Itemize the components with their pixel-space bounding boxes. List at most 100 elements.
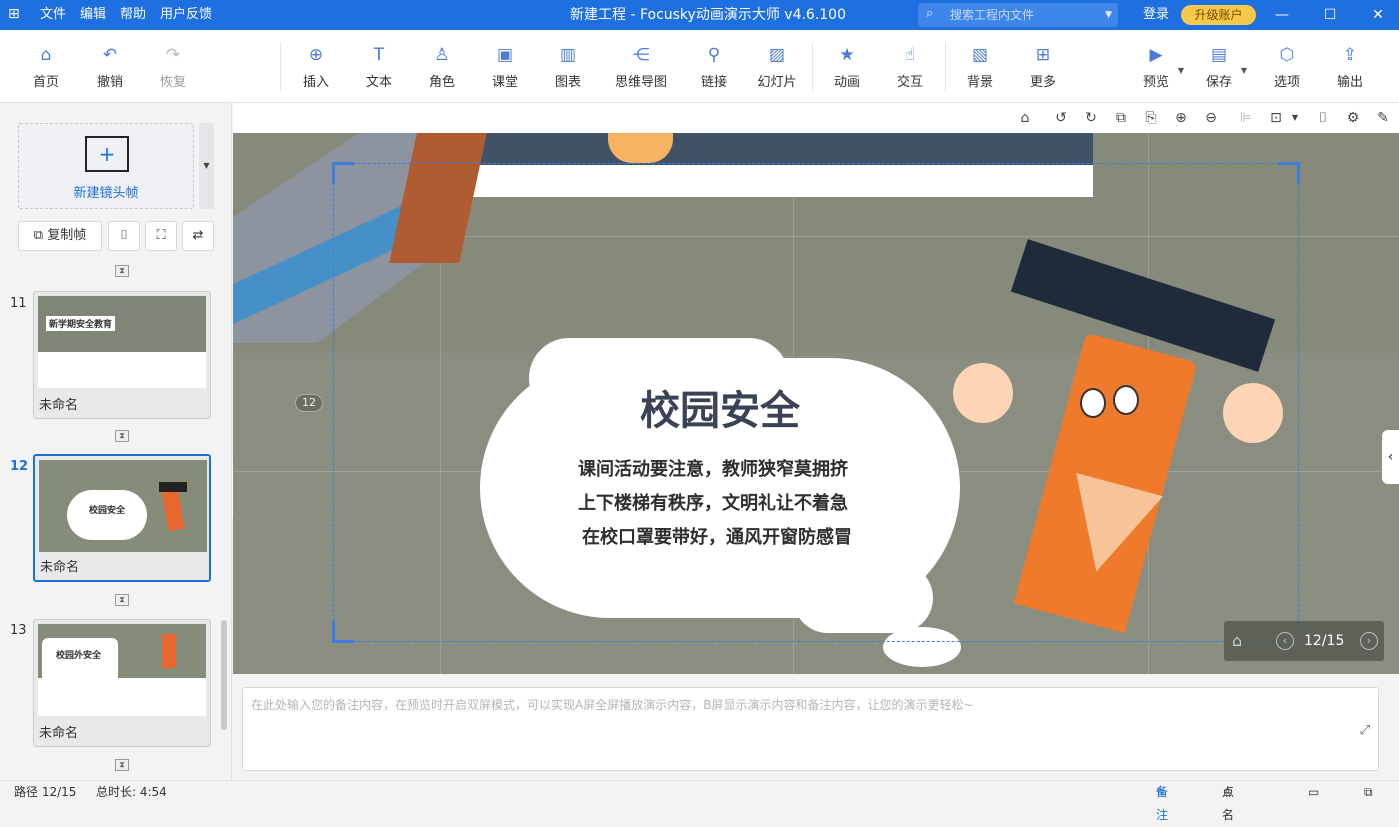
export-button[interactable]: ⇪ 输出	[1320, 44, 1380, 90]
camera-icon[interactable]: ⌷	[1313, 108, 1333, 128]
menu-feedback[interactable]: 用户反馈	[160, 0, 212, 30]
window-icon[interactable]: ⧉	[1364, 781, 1373, 804]
save-button[interactable]: ▤ 保存 ▼	[1189, 44, 1249, 90]
insert-button[interactable]: ⊕ 插入	[286, 44, 346, 90]
starburst-shape	[42, 638, 118, 684]
text-label: 文本	[365, 75, 392, 90]
align-icon[interactable]: ⊫	[1236, 108, 1256, 128]
frame-selection[interactable]	[333, 163, 1299, 642]
frame-corner-handle[interactable]	[332, 621, 354, 643]
hand-icon: ☝	[904, 45, 916, 65]
fit-frame-button[interactable]: ⛶	[145, 221, 177, 251]
slide-thumbnail-11[interactable]: 新学期安全教育 未命名	[33, 291, 211, 419]
redo-button[interactable]: ↷ 恢复	[143, 44, 203, 90]
transition-icon[interactable]: ⧗	[115, 759, 129, 771]
main-toolbar: ⌂ 首页 ↶ 撤销 ↷ 恢复 ⊕ 插入 T 文本 ♙ 角色 ▣ 课堂 ▥ 图表 ⋲ 思维导图 ⚲ 链…	[0, 30, 1399, 103]
redo-icon: ↷	[165, 45, 181, 65]
slide-thumbnail-13[interactable]: 校园外安全 未命名	[33, 619, 211, 747]
search-box[interactable]: ⌕ 搜索工程内文件 ▼	[918, 3, 1118, 27]
chevron-down-icon[interactable]: ▼	[1178, 66, 1184, 75]
lock-icon[interactable]: ⊡	[1266, 108, 1286, 128]
export-label: 输出	[1336, 75, 1363, 90]
role-button[interactable]: ♙ 角色	[412, 44, 472, 90]
rotate-left-icon[interactable]: ↺	[1051, 108, 1071, 128]
slide-thumbnail-12[interactable]: 校园安全 未命名	[33, 454, 211, 582]
chevron-down-icon[interactable]: ▼	[1105, 3, 1112, 27]
save-icon: ▤	[1210, 45, 1228, 65]
home-icon[interactable]: ⌂	[1232, 631, 1242, 650]
slide-number: 11	[10, 296, 27, 311]
prev-frame-button[interactable]: ‹	[1276, 632, 1294, 650]
pencil-mascot-shape	[162, 634, 176, 668]
settings-icon: ⬡	[1279, 45, 1295, 65]
menu-file[interactable]: 文件	[40, 0, 66, 30]
next-frame-button[interactable]: ›	[1360, 632, 1378, 650]
copy-icon[interactable]: ⧉	[1111, 108, 1131, 128]
export-icon: ⇪	[1342, 45, 1358, 65]
chevron-down-icon[interactable]: ▼	[1241, 66, 1247, 75]
editing-canvas[interactable]: 校园安全 课间活动要注意，教师狭窄莫拥挤 上下楼梯有秩序，文明礼让不着急 在校口…	[233, 133, 1399, 674]
rollcall-label: 点名	[1222, 785, 1235, 822]
paste-icon[interactable]: ⎘	[1141, 108, 1161, 128]
menu-help[interactable]: 帮助	[120, 0, 146, 30]
bar-chart-icon: ▥	[559, 45, 577, 65]
home-button[interactable]: ⌂ 首页	[16, 44, 76, 90]
notes-placeholder: 在此处输入您的备注内容，在预览时开启双屏模式，可以实现A屏全屏播放演示内容，B屏…	[251, 698, 974, 712]
text-button[interactable]: T 文本	[349, 44, 409, 90]
zoom-out-icon[interactable]: ⊖	[1201, 108, 1221, 128]
maximize-icon[interactable]: ☐	[1310, 0, 1350, 30]
background-button[interactable]: ▧ 背景	[950, 44, 1010, 90]
frame-number-badge[interactable]: 12	[295, 394, 323, 412]
login-button[interactable]: 登录	[1143, 0, 1169, 30]
chevron-down-icon[interactable]: ▼	[1285, 108, 1305, 128]
search-input[interactable]: 搜索工程内文件	[950, 3, 1034, 27]
menu-edit[interactable]: 编辑	[80, 0, 106, 30]
screen-icon[interactable]: ▭	[1308, 781, 1319, 804]
copy-frame-button[interactable]: ⧉ 复制帧	[18, 221, 102, 251]
new-frame-dropdown[interactable]: ▼	[199, 123, 214, 209]
classroom-button[interactable]: ▣ 课堂	[475, 44, 535, 90]
chart-button[interactable]: ▥ 图表	[538, 44, 598, 90]
link-icon: ⚲	[707, 45, 721, 65]
home-view-icon[interactable]: ⌂	[1015, 108, 1035, 128]
notes-field[interactable]: 在此处输入您的备注内容，在预览时开启双屏模式，可以实现A屏全屏播放演示内容，B屏…	[242, 687, 1379, 771]
frame-corner-handle[interactable]	[1278, 162, 1300, 184]
slide-preview-bottom	[38, 352, 206, 388]
settings-icon[interactable]: ⚙	[1343, 108, 1363, 128]
transition-icon[interactable]: ⧗	[115, 594, 129, 606]
close-icon[interactable]: ✕	[1358, 0, 1398, 30]
classroom-label: 课堂	[491, 75, 518, 90]
slides-panel: + 新建镜头帧 ▼ ⧉ 复制帧 ⌷ ⛶ ⇄ ⧗ 11 新学期安全教育 未命名 ⧗…	[0, 103, 232, 779]
collapse-right-panel-button[interactable]: ‹	[1382, 430, 1399, 484]
fit-icon: ⛶	[156, 228, 166, 243]
slides-scrollbar[interactable]	[221, 620, 227, 730]
more-button[interactable]: ⊞ 更多	[1013, 44, 1073, 90]
slideshow-label: 幻灯片	[757, 75, 797, 90]
rotate-right-icon[interactable]: ↻	[1081, 108, 1101, 128]
canvas-toolbar: ⌂ ↺ ↻ ⧉ ⎘ ⊕ ⊖ ⊫ ⊡ ▼ ⌷ ⚙ ✎	[233, 103, 1399, 133]
snapshot-button[interactable]: ⌷	[108, 221, 140, 251]
expand-icon[interactable]: ⤢	[1360, 723, 1370, 738]
background-label: 背景	[966, 75, 993, 90]
preview-button[interactable]: ▶ 预览 ▼	[1126, 44, 1186, 90]
zoom-in-icon[interactable]: ⊕	[1171, 108, 1191, 128]
interact-button[interactable]: ☝ 交互	[880, 44, 940, 90]
transition-icon[interactable]: ⧗	[115, 430, 129, 442]
mindmap-button[interactable]: ⋲ 思维导图	[610, 44, 672, 90]
minimize-icon[interactable]: —	[1262, 0, 1302, 30]
new-frame-button[interactable]: + 新建镜头帧	[18, 123, 194, 209]
swap-button[interactable]: ⇄	[182, 221, 214, 251]
animation-button[interactable]: ★ 动画	[817, 44, 877, 90]
chart-label: 图表	[554, 75, 581, 90]
path-indicator: 路径 12/15	[14, 785, 77, 799]
link-button[interactable]: ⚲ 链接	[684, 44, 744, 90]
edit-icon[interactable]: ✎	[1373, 108, 1393, 128]
undo-button[interactable]: ↶ 撤销	[80, 44, 140, 90]
grid-icon: ⊞	[1035, 45, 1051, 65]
frame-corner-handle[interactable]	[332, 162, 354, 184]
options-button[interactable]: ⬡ 选项	[1257, 44, 1317, 90]
upgrade-button[interactable]: 升级账户	[1181, 5, 1256, 25]
transition-icon[interactable]: ⧗	[115, 265, 129, 277]
slide-caption: 校园安全	[89, 506, 126, 516]
slideshow-button[interactable]: ▨ 幻灯片	[747, 44, 807, 90]
